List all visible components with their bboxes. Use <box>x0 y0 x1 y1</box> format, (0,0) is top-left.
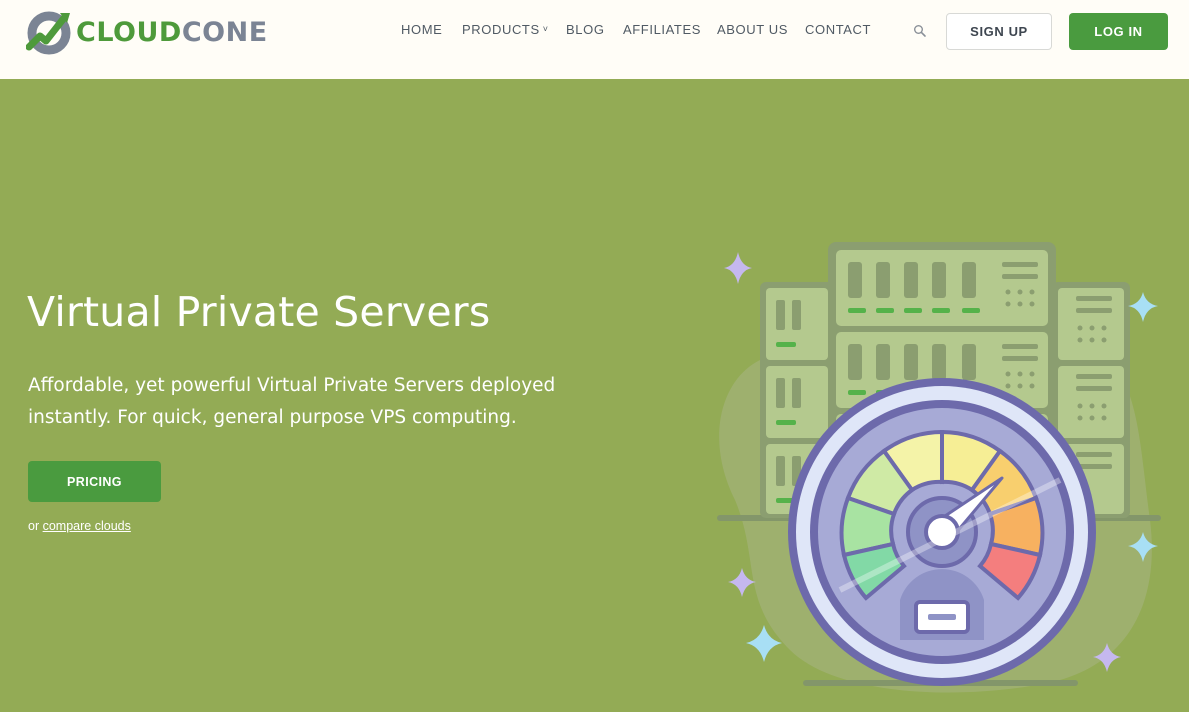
nav-affiliates[interactable]: AFFILIATES <box>623 22 701 37</box>
compare-clouds-line: or compare clouds <box>28 519 131 533</box>
brand-logo[interactable]: CLOUDCONE <box>26 9 268 55</box>
pricing-button[interactable]: PRICING <box>28 461 161 502</box>
nav-home[interactable]: HOME <box>401 22 442 37</box>
compare-clouds-link[interactable]: compare clouds <box>43 519 131 533</box>
search-icon[interactable] <box>913 24 927 38</box>
compare-prefix: or <box>28 519 40 533</box>
cloudcone-logo-icon <box>26 11 71 55</box>
nav-blog[interactable]: BLOG <box>566 22 605 37</box>
signup-button[interactable]: SIGN UP <box>946 13 1052 50</box>
nav-products-label: PRODUCTS <box>462 22 540 37</box>
nav-contact[interactable]: CONTACT <box>805 22 871 37</box>
hero-title: Virtual Private Servers <box>27 288 491 336</box>
nav-about-us[interactable]: ABOUT US <box>717 22 788 37</box>
nav-products[interactable]: PRODUCTS ˅ <box>462 22 549 37</box>
speedometer <box>788 378 1096 686</box>
brand-name-part2: CONE <box>181 16 268 48</box>
site-header: CLOUDCONE HOME PRODUCTS ˅ BLOG AFFILIATES… <box>0 0 1189 79</box>
hero-subtitle: Affordable, yet powerful Virtual Private… <box>28 375 556 428</box>
chevron-down-icon: ˅ <box>542 24 549 34</box>
brand-name-part1: CLOUD <box>76 16 182 48</box>
brand-name: CLOUDCONE <box>76 19 268 46</box>
server-speedometer-illustration <box>717 242 1161 693</box>
login-button[interactable]: LOG IN <box>1069 13 1168 50</box>
